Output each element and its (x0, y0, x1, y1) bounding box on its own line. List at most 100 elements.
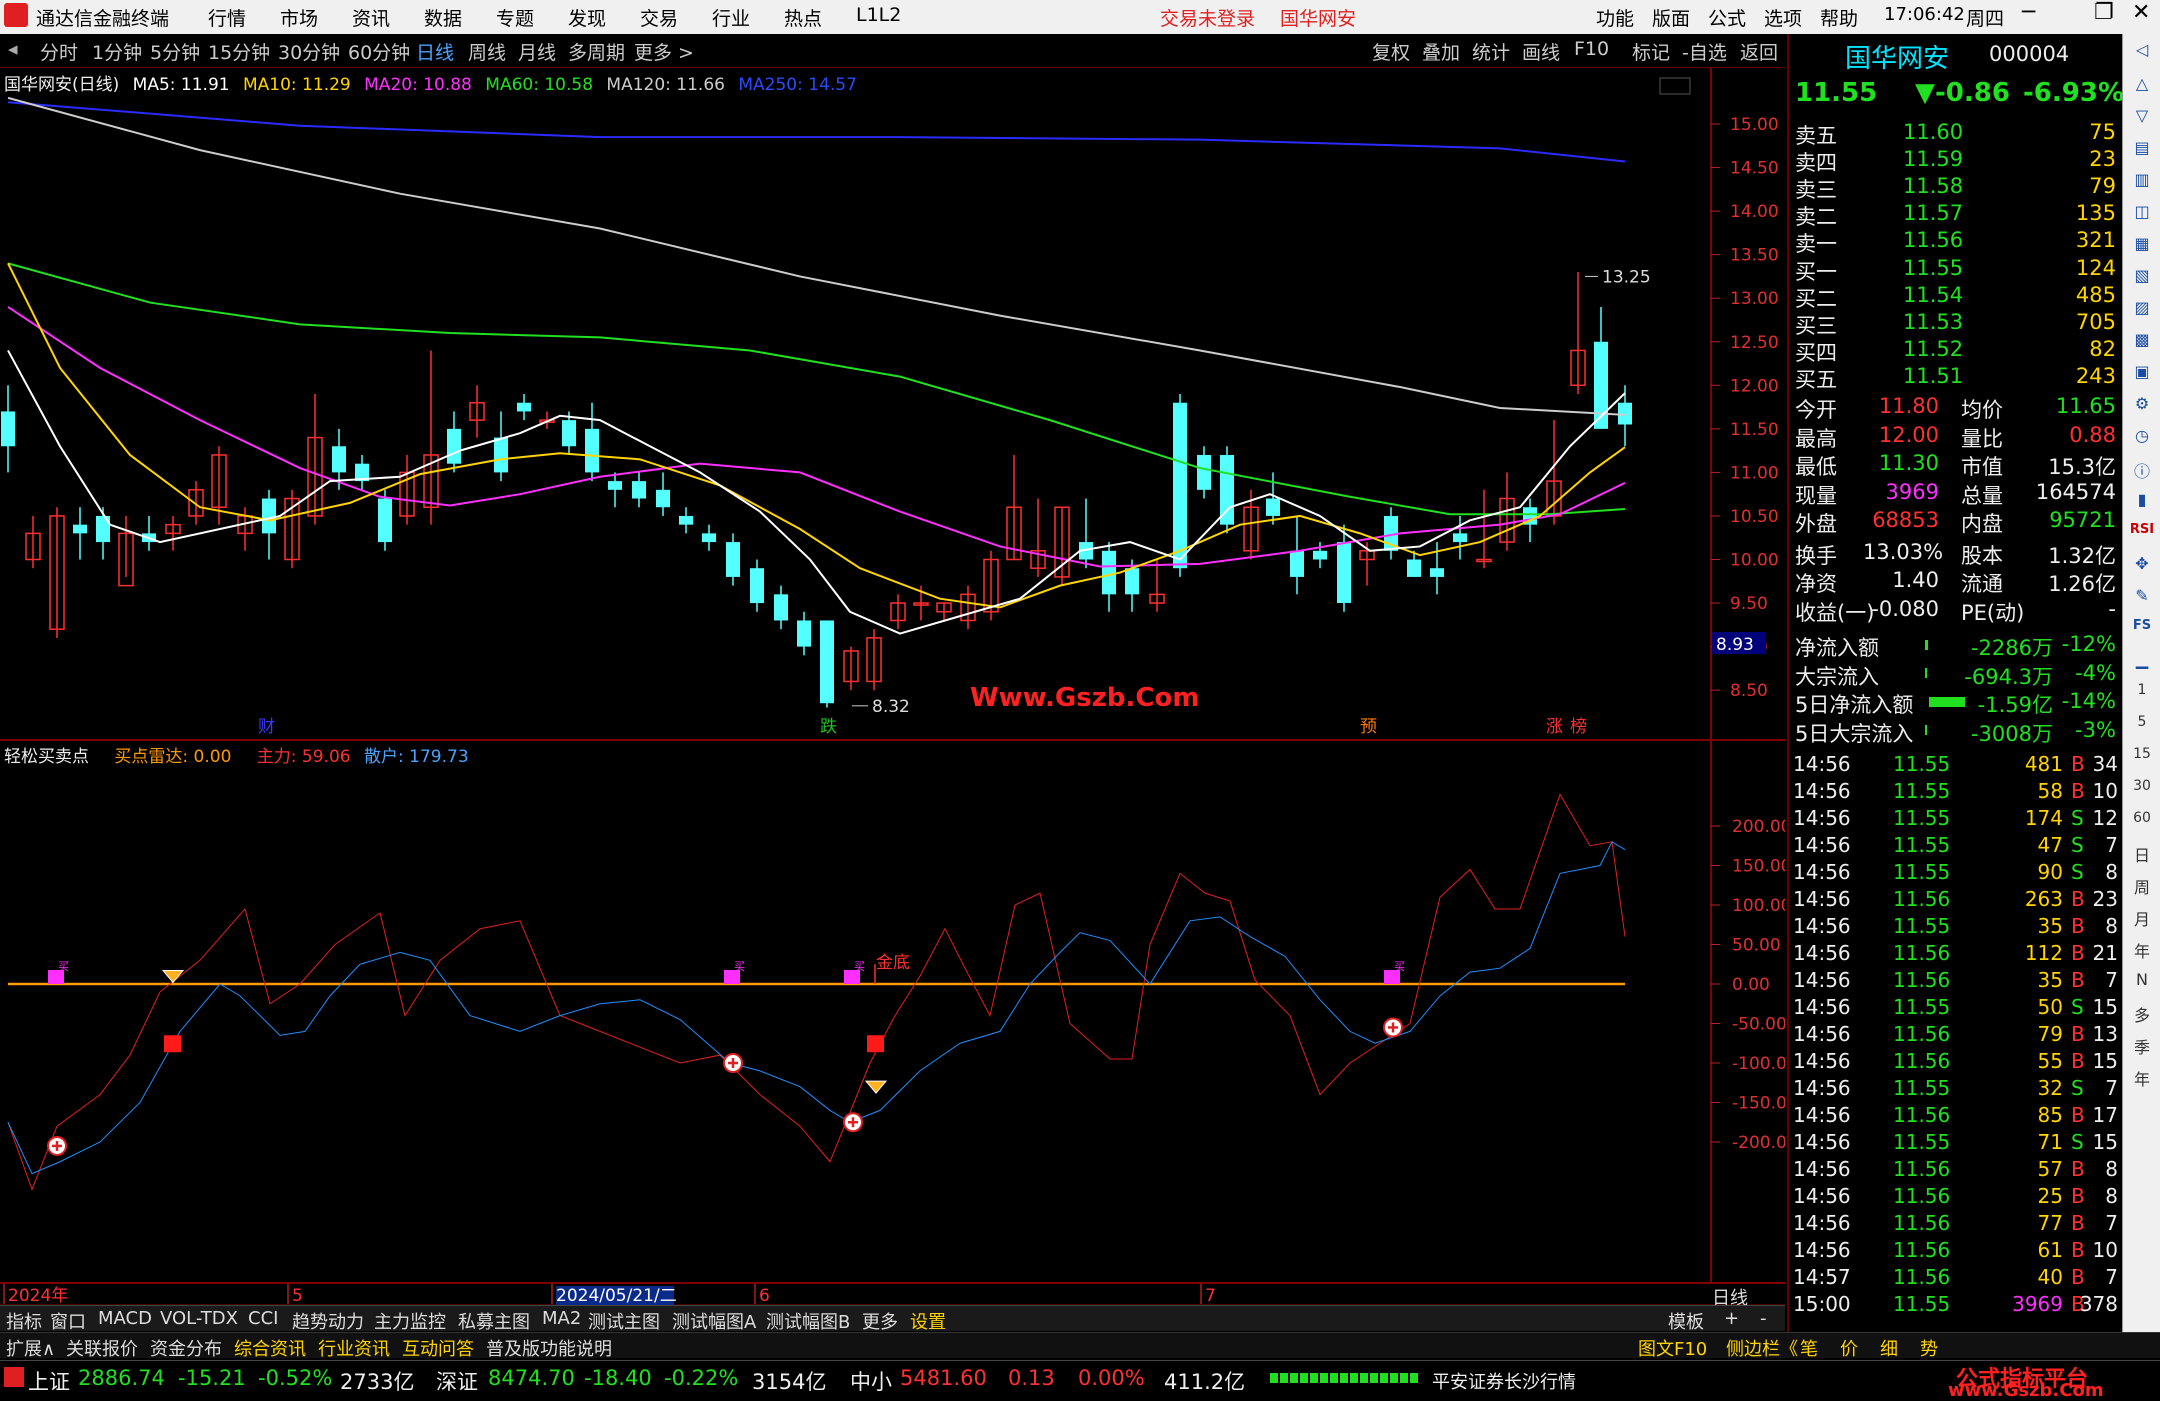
tick-row[interactable]: 14:56 11.56 61 B 10 (1793, 1238, 2118, 1265)
sidebar-up-icon[interactable]: △ (2127, 74, 2157, 102)
sidebar-move-icon[interactable]: ✥ (2127, 554, 2157, 582)
kline-chart[interactable]: 15.00 14.50 14.00 13.50 13.00 12.50 12.00 11.50… (0, 68, 1785, 1305)
period-monthly[interactable]: 月线 (518, 38, 556, 65)
tab-puji[interactable]: 普及版功能说明 (486, 1335, 612, 1361)
sidebar-trend-icon[interactable]: ◫ (2127, 202, 2157, 230)
sidebar-tools-icon[interactable]: ⚙ (2127, 394, 2157, 422)
tab-ma2[interactable]: MA2 (542, 1308, 581, 1329)
tick-row[interactable]: 14:56 11.55 90 S 8 (1793, 860, 2118, 887)
sidebar-period-week[interactable]: 周 (2127, 874, 2157, 902)
menu-banmian[interactable]: 版面 (1652, 4, 1690, 31)
action-biaoji[interactable]: 标记 (1632, 38, 1670, 65)
tab-muban[interactable]: 模板 (1668, 1308, 1704, 1334)
indicator-name[interactable]: 轻松买卖点 (4, 747, 89, 767)
tick-row[interactable]: 14:56 11.56 25 B 8 (1793, 1184, 2118, 1211)
sidebar-period-year[interactable]: 年 (2127, 938, 2157, 966)
tick-row[interactable]: 14:56 11.55 35 B 8 (1793, 914, 2118, 941)
sidebar-fs-icon[interactable]: FS (2127, 618, 2157, 646)
chart-canvas[interactable]: 15.00 14.50 14.00 13.50 13.00 12.50 12.00 11.50… (0, 68, 1785, 1305)
menu-l1l2[interactable]: L1L2 (856, 4, 901, 26)
sidebar-period-5[interactable]: 5 (2127, 714, 2157, 742)
tab-shi[interactable]: 势 (1920, 1335, 1938, 1361)
period-30min[interactable]: 30分钟 (278, 38, 340, 65)
menu-faxian[interactable]: 发现 (568, 4, 606, 31)
tab-shezhi[interactable]: 设置 (910, 1308, 946, 1334)
sidebar-rsi-icon[interactable]: RSI (2127, 522, 2157, 550)
tab-sidebar[interactable]: 侧边栏《 (1726, 1335, 1798, 1361)
tick-row[interactable]: 14:56 11.55 50 S 15 (1793, 995, 2118, 1022)
tab-guanlian[interactable]: 关联报价 (66, 1335, 138, 1361)
sidebar-candle-icon[interactable]: ▦ (2127, 234, 2157, 262)
tab-hangye-zixun[interactable]: 行业资讯 (318, 1335, 390, 1361)
tab-zhuli[interactable]: 主力监控 (374, 1308, 446, 1334)
period-fenshi[interactable]: 分时 (40, 38, 78, 65)
sidebar-pen-icon[interactable]: ✎ (2127, 586, 2157, 614)
action-fanhui[interactable]: 返回 (1740, 38, 1778, 65)
menu-zhuanti[interactable]: 专题 (496, 4, 534, 31)
tick-row[interactable]: 14:56 11.55 481 B 34 (1793, 752, 2118, 779)
sidebar-down-icon[interactable]: ▽ (2127, 106, 2157, 134)
sidebar-list-icon[interactable]: ▧ (2127, 266, 2157, 294)
tab-xi[interactable]: 细 (1880, 1335, 1898, 1361)
sidebar-f10-icon[interactable]: ▨ (2127, 298, 2157, 326)
tab-kuozhan[interactable]: 扩展∧ (6, 1335, 55, 1361)
sidebar-collapse-icon[interactable]: ◁ (2127, 40, 2157, 68)
tab-zijin[interactable]: 资金分布 (150, 1335, 222, 1361)
tick-row[interactable]: 14:56 11.56 55 B 15 (1793, 1049, 2118, 1076)
tick-row[interactable]: 14:56 11.55 71 S 15 (1793, 1130, 2118, 1157)
tick-row[interactable]: 14:56 11.55 32 S 7 (1793, 1076, 2118, 1103)
period-5min[interactable]: 5分钟 (150, 38, 200, 65)
period-daily[interactable]: 日线 (416, 38, 454, 65)
action-fuquan[interactable]: 复权 (1372, 38, 1410, 65)
sidebar-bars-icon[interactable]: ▮ (2127, 490, 2157, 518)
period-1min[interactable]: 1分钟 (92, 38, 142, 65)
menu-shichang[interactable]: 市场 (280, 4, 318, 31)
tick-row[interactable]: 14:56 11.56 112 B 21 (1793, 941, 2118, 968)
sidebar-info-icon[interactable]: ⓘ (2127, 458, 2157, 486)
period-15min[interactable]: 15分钟 (208, 38, 270, 65)
minimize-icon[interactable]: ─ (2022, 0, 2035, 25)
sidebar-period-60[interactable]: 60 (2127, 810, 2157, 838)
action-tongji[interactable]: 统计 (1472, 38, 1510, 65)
menu-redian[interactable]: 热点 (784, 4, 822, 31)
menu-hangqing[interactable]: 行情 (208, 4, 246, 31)
server-name[interactable]: 平安证券长沙行情 (1432, 1368, 1576, 1394)
action-huaxian[interactable]: 画线 (1522, 38, 1560, 65)
tab-chuangkou[interactable]: 窗口 (50, 1308, 86, 1334)
tick-row[interactable]: 14:56 11.56 77 B 7 (1793, 1211, 2118, 1238)
tab-gengduo[interactable]: 更多 (862, 1308, 898, 1334)
menu-shuju[interactable]: 数据 (424, 4, 462, 31)
tick-row[interactable]: 14:57 11.56 40 B 7 (1793, 1265, 2118, 1292)
close-icon[interactable]: ✕ (2132, 0, 2150, 25)
sidebar-period-1[interactable]: 1 (2127, 682, 2157, 710)
menu-jiaoyi[interactable]: 交易 (640, 4, 678, 31)
sidebar-period-15[interactable]: 15 (2127, 746, 2157, 774)
period-weekly[interactable]: 周线 (468, 38, 506, 65)
tick-row[interactable]: 14:56 11.56 35 B 7 (1793, 968, 2118, 995)
sidebar-news-icon[interactable]: ▣ (2127, 362, 2157, 390)
sidebar-grid-icon[interactable]: ▩ (2127, 330, 2157, 358)
tab-ceshi-a[interactable]: 测试幅图A (672, 1308, 756, 1334)
period-multi[interactable]: 多周期 (568, 38, 625, 65)
zoom-out-button[interactable]: - (1760, 1308, 1767, 1329)
menu-gongshi[interactable]: 公式 (1708, 4, 1746, 31)
tab-ceshi-zhutu[interactable]: 测试主图 (588, 1308, 660, 1334)
menu-hangye[interactable]: 行业 (712, 4, 750, 31)
menu-xuanxiang[interactable]: 选项 (1764, 4, 1802, 31)
tab-zhibiao[interactable]: 指标 (6, 1308, 42, 1334)
toolbar-arrow-icon[interactable]: ◂ (8, 38, 18, 60)
tab-zonghe[interactable]: 综合资讯 (234, 1335, 306, 1361)
tab-hudong[interactable]: 互动问答 (402, 1335, 474, 1361)
tick-row[interactable]: 14:56 11.56 79 B 13 (1793, 1022, 2118, 1049)
tick-row[interactable]: 14:56 11.55 58 B 10 (1793, 779, 2118, 806)
sidebar-kline-icon[interactable]: ▥ (2127, 170, 2157, 198)
broker-name[interactable]: 国华网安 (1280, 4, 1356, 31)
tab-macd[interactable]: MACD (98, 1308, 152, 1329)
sidebar-period-day[interactable]: 日 (2127, 842, 2157, 870)
menu-gongneng[interactable]: 功能 (1596, 4, 1634, 31)
tab-jia[interactable]: 价 (1840, 1335, 1858, 1361)
tab-tuwen-f10[interactable]: 图文F10 (1638, 1335, 1707, 1361)
menu-bangzhu[interactable]: 帮助 (1820, 4, 1858, 31)
sidebar-period-n[interactable]: N (2127, 970, 2157, 998)
tab-bi[interactable]: 笔 (1800, 1335, 1818, 1361)
